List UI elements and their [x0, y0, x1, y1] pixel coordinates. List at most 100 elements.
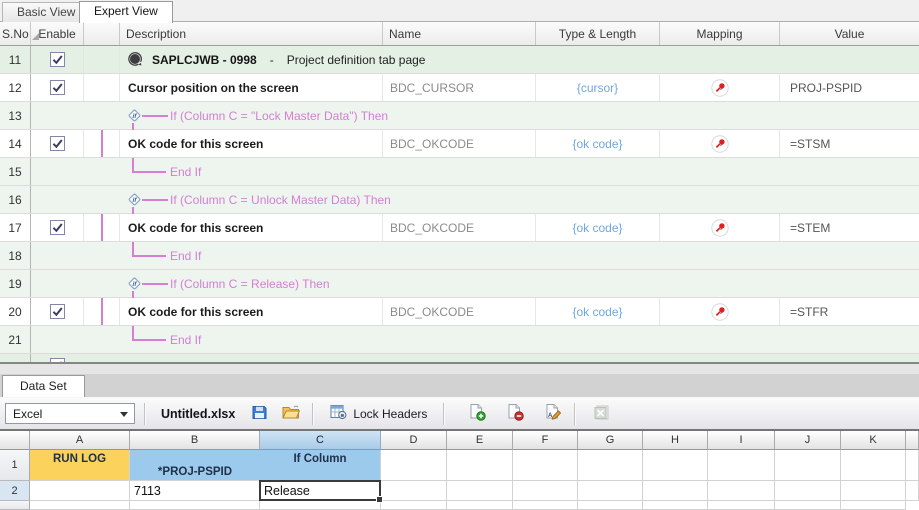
column-header-H[interactable]: H — [643, 431, 708, 450]
cell-G2[interactable] — [578, 481, 643, 501]
value-cell[interactable]: =STEM — [780, 214, 919, 241]
script-row[interactable]: 21 End If — [0, 326, 919, 354]
rename-sheet-button[interactable]: A — [540, 401, 565, 426]
script-row[interactable]: 17 OK code for this screen BDC_OKCODE {ok c… — [0, 214, 919, 242]
cell-H3[interactable] — [643, 501, 708, 510]
script-row[interactable]: 20 OK code for this screen BDC_OKCODE {ok c… — [0, 298, 919, 326]
select-all-corner[interactable] — [0, 431, 30, 450]
column-header-A[interactable]: A — [30, 431, 130, 450]
column-header-F[interactable]: F — [513, 431, 578, 450]
cell-J2[interactable] — [775, 481, 841, 501]
tab-expert-view[interactable]: Expert View — [79, 1, 173, 23]
script-row[interactable]: 12 Cursor position on the screen BDC_CURSO… — [0, 74, 919, 102]
cell-K1[interactable] — [841, 450, 906, 481]
cell-F2[interactable] — [513, 481, 578, 501]
script-row[interactable]: 11 SAPLCJWB - 0998- Project definition tab… — [0, 46, 919, 74]
data-source-value: Excel — [13, 406, 43, 421]
script-row[interactable]: 14 OK code for this screen BDC_OKCODE {ok c… — [0, 130, 919, 158]
value-cell[interactable]: PROJ-PSPID — [780, 74, 919, 101]
script-row[interactable]: 19 if If (Column C = Release) Then — [0, 270, 919, 298]
script-row[interactable]: 18 End If — [0, 242, 919, 270]
cell-I3[interactable] — [708, 501, 775, 510]
fill-handle[interactable] — [376, 496, 383, 503]
tab-data-set[interactable]: Data Set — [2, 375, 85, 397]
cell-H2[interactable] — [643, 481, 708, 501]
column-header-G[interactable]: G — [578, 431, 643, 450]
script-row[interactable]: 13 if If (Column C = "Lock Master Data") T… — [0, 102, 919, 130]
save-icon — [251, 404, 268, 424]
cell-K3[interactable] — [841, 501, 906, 510]
cell-C1[interactable]: If Column — [260, 450, 381, 481]
cell-D1[interactable] — [381, 450, 447, 481]
data-source-select[interactable]: Excel — [5, 403, 135, 424]
value-cell[interactable]: =STFR — [780, 298, 919, 325]
cell-B2[interactable]: 7113 — [130, 481, 260, 501]
row-header-1[interactable]: 1 — [0, 450, 30, 481]
column-header-E[interactable]: E — [447, 431, 513, 450]
header-col-mapping[interactable]: Mapping — [660, 22, 780, 45]
cell-I2[interactable] — [708, 481, 775, 501]
cell-E1[interactable] — [447, 450, 513, 481]
column-header-C[interactable]: C — [260, 431, 381, 450]
enable-checkbox[interactable] — [49, 52, 65, 67]
cell-A2[interactable] — [30, 481, 130, 501]
value-cell[interactable]: =STSM — [780, 130, 919, 157]
lock-headers-button[interactable]: Lock Headers — [323, 402, 434, 425]
cell-B1[interactable]: *PROJ-PSPID — [130, 450, 260, 481]
type-length-cell[interactable]: {cursor} — [536, 74, 660, 101]
cell-D2[interactable] — [381, 481, 447, 501]
cell-J1[interactable] — [775, 450, 841, 481]
type-length-cell[interactable]: {ok code} — [536, 298, 660, 325]
save-button[interactable] — [247, 401, 272, 426]
header-col-sno[interactable]: S.No — [0, 22, 39, 45]
cell-H1[interactable] — [643, 450, 708, 481]
cell-K2[interactable] — [841, 481, 906, 501]
header-col-icon[interactable] — [84, 22, 120, 45]
cell-E2[interactable] — [447, 481, 513, 501]
tab-basic-view[interactable]: Basic View — [2, 2, 91, 22]
header-col-enable[interactable]: Enable — [31, 22, 84, 45]
cell-G1[interactable] — [578, 450, 643, 481]
column-header-B[interactable]: B — [130, 431, 260, 450]
cell-J3[interactable] — [775, 501, 841, 510]
script-row[interactable]: 16 if If (Column C = Unlock Master Data) T… — [0, 186, 919, 214]
cell-A1[interactable]: RUN LOG — [30, 450, 130, 481]
mapping-cell[interactable] — [660, 298, 780, 325]
cell-C2[interactable]: Release — [259, 480, 383, 503]
mapping-cell[interactable] — [660, 130, 780, 157]
add-sheet-button[interactable] — [464, 401, 489, 426]
cell-C3[interactable] — [260, 501, 381, 510]
selected-cell-border — [259, 480, 381, 501]
column-header-D[interactable]: D — [381, 431, 447, 450]
mapping-cell[interactable] — [660, 74, 780, 101]
enable-checkbox[interactable] — [49, 80, 65, 95]
enable-checkbox[interactable] — [49, 136, 65, 151]
cell-B3[interactable] — [130, 501, 260, 510]
type-length-cell[interactable]: {ok code} — [536, 130, 660, 157]
enable-checkbox[interactable] — [49, 304, 65, 319]
header-col-type-length[interactable]: Type & Length — [536, 22, 660, 45]
pane-splitter[interactable] — [0, 362, 919, 374]
row-header-2[interactable]: 2 — [0, 481, 30, 501]
cell-I1[interactable] — [708, 450, 775, 481]
remove-sheet-button[interactable] — [502, 401, 527, 426]
column-header-J[interactable]: J — [775, 431, 841, 450]
cell-D3[interactable] — [381, 501, 447, 510]
header-col-description[interactable]: Description — [120, 22, 383, 45]
script-row[interactable]: 15 End If — [0, 158, 919, 186]
open-file-button[interactable] — [278, 401, 303, 426]
cell-A3[interactable] — [30, 501, 130, 510]
cell-F3[interactable] — [513, 501, 578, 510]
header-col-name[interactable]: Name — [383, 22, 536, 45]
type-length-cell[interactable]: {ok code} — [536, 214, 660, 241]
cell-F1[interactable] — [513, 450, 578, 481]
column-header-K[interactable]: K — [841, 431, 906, 450]
excel-export-button[interactable] — [589, 401, 614, 426]
cell-G3[interactable] — [578, 501, 643, 510]
enable-checkbox[interactable] — [49, 220, 65, 235]
screen-program-label: SAPLCJWB - 0998 — [152, 52, 257, 67]
mapping-cell[interactable] — [660, 214, 780, 241]
header-col-value[interactable]: Value — [780, 22, 919, 45]
column-header-I[interactable]: I — [708, 431, 775, 450]
cell-E3[interactable] — [447, 501, 513, 510]
